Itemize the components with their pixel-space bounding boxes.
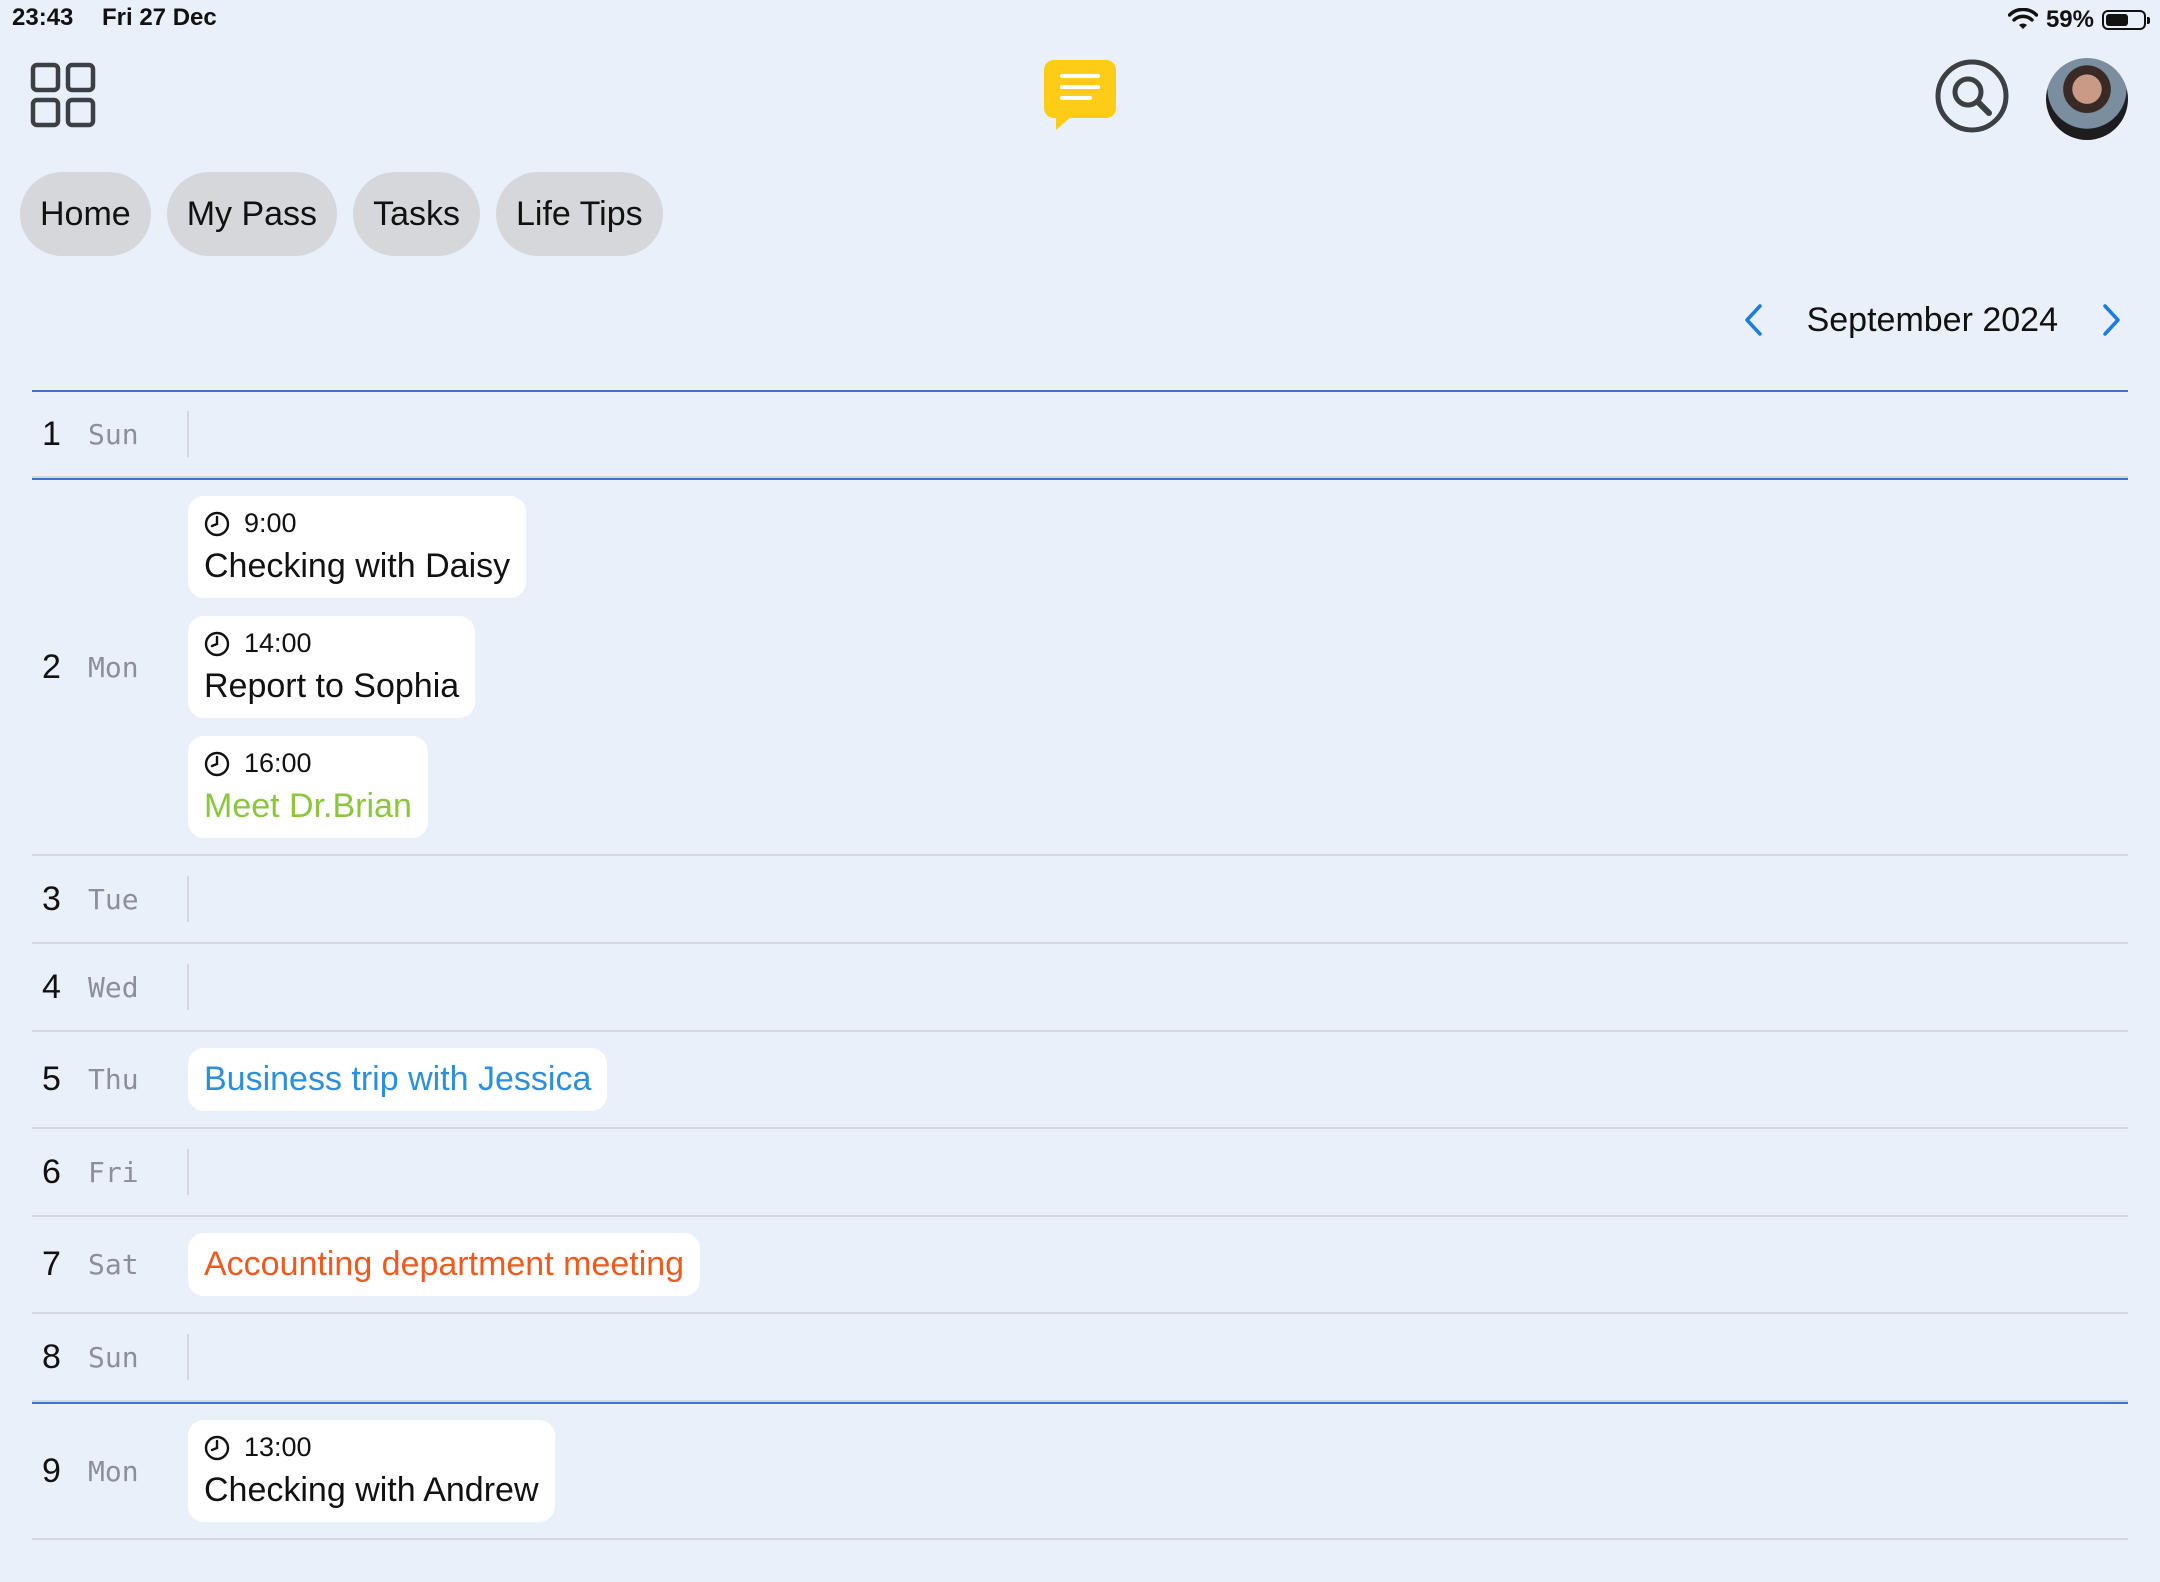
day-row-1[interactable]: 1 Sun (32, 390, 2128, 478)
event-title: Accounting department meeting (204, 1245, 685, 1283)
day-number: 4 (42, 967, 61, 1006)
calendar-list: 1 Sun 2 Mon 9:00 Checking with Daisy 14:00 Repo… (32, 390, 2128, 1540)
day-number: 2 (42, 647, 61, 686)
day-number: 3 (42, 879, 61, 918)
event-title: Business trip with Jessica (204, 1060, 592, 1098)
event-title: Report to Sophia (204, 667, 460, 705)
day-name: Fri (88, 1155, 139, 1189)
event-list: Business trip with Jessica (188, 1032, 608, 1127)
event-card[interactable]: 9:00 Checking with Daisy (188, 496, 527, 598)
day-row-9[interactable]: 9 Mon 13:00 Checking with Andrew (32, 1402, 2128, 1540)
tab-my-pass[interactable]: My Pass (166, 172, 338, 256)
event-time: 9:00 (244, 508, 297, 538)
status-time: 23:43 (12, 4, 74, 31)
day-name: Sat (88, 1248, 139, 1281)
event-time: 14:00 (244, 628, 312, 658)
tab-life-tips[interactable]: Life Tips (495, 172, 663, 256)
event-title: Checking with Daisy (204, 547, 511, 585)
event-time: 13:00 (244, 1432, 312, 1462)
event-time-row: 14:00 (204, 628, 459, 659)
top-bar (0, 58, 2160, 158)
day-name: Mon (88, 650, 139, 684)
wifi-icon (2007, 8, 2038, 29)
nav-tabs: Home My Pass Tasks Life Tips (20, 172, 663, 256)
day-row-6[interactable]: 6 Fri (32, 1129, 2128, 1217)
battery-percent: 59% (2045, 6, 2094, 33)
day-number: 1 (42, 414, 61, 453)
day-number: 5 (42, 1060, 61, 1098)
event-card[interactable]: 16:00 Meet Dr.Brian (188, 736, 428, 838)
event-list: Accounting department meeting (188, 1217, 701, 1312)
day-divider (187, 876, 189, 922)
search-icon[interactable] (1934, 58, 2010, 134)
status-bar: 23:43 Fri 27 Dec 59% (0, 0, 2160, 40)
day-row-3[interactable]: 3 Tue (32, 856, 2128, 944)
clock-icon (204, 1435, 230, 1460)
month-navigation: September 2024 (1739, 290, 2126, 350)
day-name: Wed (88, 970, 139, 1004)
day-row-4[interactable]: 4 Wed (32, 944, 2128, 1032)
day-name: Mon (88, 1454, 139, 1488)
event-card[interactable]: Accounting department meeting (188, 1233, 701, 1296)
event-card[interactable]: Business trip with Jessica (188, 1048, 608, 1111)
day-row-2[interactable]: 2 Mon 9:00 Checking with Daisy 14:00 Report t… (32, 478, 2128, 856)
event-time: 16:00 (244, 748, 312, 778)
event-title: Checking with Andrew (204, 1471, 539, 1509)
day-name: Thu (88, 1063, 139, 1096)
grid-menu-icon[interactable] (30, 62, 96, 128)
status-right: 59% (2007, 4, 2150, 36)
day-row-8[interactable]: 8 Sun (32, 1314, 2128, 1402)
clock-icon (204, 751, 230, 776)
clock-icon (204, 631, 230, 656)
event-time-row: 16:00 (204, 748, 412, 779)
day-row-5[interactable]: 5 Thu Business trip with Jessica (32, 1032, 2128, 1129)
chat-bubble-icon[interactable] (1042, 58, 1118, 130)
day-name: Sun (88, 417, 139, 451)
day-number: 9 (42, 1451, 61, 1490)
day-divider (187, 964, 189, 1010)
day-divider (187, 1334, 189, 1380)
avatar[interactable] (2046, 58, 2128, 140)
day-row-7[interactable]: 7 Sat Accounting department meeting (32, 1217, 2128, 1314)
tab-home[interactable]: Home (20, 172, 151, 256)
event-list: 13:00 Checking with Andrew (188, 1404, 555, 1538)
status-date: Fri 27 Dec (102, 4, 217, 31)
clock-icon (204, 511, 230, 536)
chevron-left-icon[interactable] (1739, 300, 1769, 340)
event-card[interactable]: 14:00 Report to Sophia (188, 616, 476, 718)
battery-icon (2102, 10, 2150, 30)
day-divider (187, 1149, 189, 1195)
day-name: Sun (88, 1340, 139, 1374)
day-name: Tue (88, 882, 139, 916)
event-card[interactable]: 13:00 Checking with Andrew (188, 1420, 555, 1522)
chevron-right-icon[interactable] (2096, 300, 2126, 340)
event-time-row: 13:00 (204, 1432, 539, 1463)
tab-tasks[interactable]: Tasks (353, 172, 480, 256)
day-number: 6 (42, 1152, 61, 1191)
event-title: Meet Dr.Brian (204, 787, 412, 825)
month-label: September 2024 (1806, 300, 2058, 339)
day-divider (187, 411, 189, 457)
day-number: 7 (42, 1245, 61, 1283)
event-list: 9:00 Checking with Daisy 14:00 Report to So… (188, 480, 527, 854)
event-time-row: 9:00 (204, 508, 510, 539)
day-number: 8 (42, 1337, 61, 1376)
